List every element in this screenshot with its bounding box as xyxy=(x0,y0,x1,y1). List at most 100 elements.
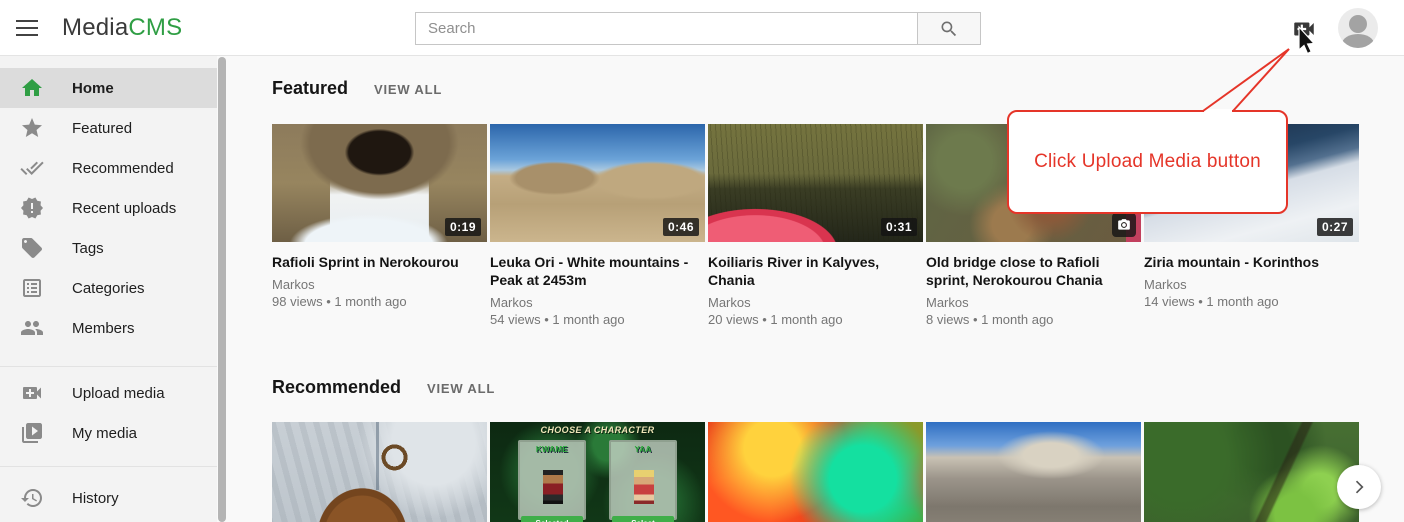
game-character-sprite xyxy=(543,470,563,504)
sidebar-item-label: History xyxy=(72,490,119,507)
game-character-sprite xyxy=(634,470,654,504)
game-character-name: YAA xyxy=(611,445,675,454)
media-thumbnail[interactable]: 0:19 xyxy=(272,124,487,242)
sidebar-item-categories[interactable]: Categories xyxy=(0,268,217,308)
search-bar xyxy=(415,12,981,45)
tag-icon xyxy=(20,236,44,260)
done-all-icon xyxy=(20,156,44,180)
logo-cms: CMS xyxy=(128,14,182,41)
video-library-icon xyxy=(20,421,44,445)
sidebar-item-members[interactable]: Members xyxy=(0,308,217,348)
photo-type-badge xyxy=(1112,213,1136,237)
media-author: Markos xyxy=(272,276,487,293)
callout-tail-line xyxy=(1233,49,1289,111)
search-input[interactable] xyxy=(415,12,918,45)
media-thumbnail[interactable]: 0:46 xyxy=(490,124,705,242)
sidebar-item-home[interactable]: Home xyxy=(0,68,217,108)
camera-icon xyxy=(1117,218,1131,232)
duration-badge: 0:27 xyxy=(1317,218,1353,236)
media-card[interactable] xyxy=(708,422,923,522)
media-author: Markos xyxy=(708,294,923,311)
media-title[interactable]: Rafioli Sprint in Nerokourou xyxy=(272,253,487,271)
section-title-recommended: Recommended xyxy=(272,377,401,398)
media-thumbnail[interactable] xyxy=(1144,422,1359,522)
menu-icon[interactable] xyxy=(15,17,39,39)
upload-media-icon[interactable] xyxy=(1291,16,1317,42)
sidebar-divider xyxy=(0,366,217,367)
duration-badge: 0:19 xyxy=(445,218,481,236)
media-views: 98 views • 1 month ago xyxy=(272,293,487,310)
history-icon xyxy=(20,486,44,510)
media-card[interactable] xyxy=(1144,422,1359,522)
recommended-view-all-link[interactable]: VIEW ALL xyxy=(427,381,495,396)
media-card[interactable]: CHOOSE A CHARACTER KWAME YAA Selected Se… xyxy=(490,422,705,522)
recommended-row: CHOOSE A CHARACTER KWAME YAA Selected Se… xyxy=(272,422,1359,522)
sidebar-item-featured[interactable]: Featured xyxy=(0,108,217,148)
avatar-head xyxy=(1349,15,1367,33)
user-avatar[interactable] xyxy=(1338,8,1378,48)
media-views: 54 views • 1 month ago xyxy=(490,311,705,328)
featured-section-header: Featured VIEW ALL xyxy=(272,78,442,99)
star-icon xyxy=(20,116,44,140)
game-select-button: Select xyxy=(612,516,674,522)
media-thumbnail[interactable] xyxy=(926,422,1141,522)
media-thumbnail[interactable] xyxy=(708,422,923,522)
sidebar-item-label: Categories xyxy=(72,280,145,297)
sidebar-item-my-media[interactable]: My media xyxy=(0,413,217,453)
sidebar-divider xyxy=(0,466,217,467)
sidebar-item-recommended[interactable]: Recommended xyxy=(0,148,217,188)
featured-view-all-link[interactable]: VIEW ALL xyxy=(374,82,442,97)
sidebar-item-label: Home xyxy=(72,80,114,97)
list-alt-icon xyxy=(20,276,44,300)
logo-media: Media xyxy=(62,14,128,41)
media-title[interactable]: Old bridge close to Rafioli sprint, Nero… xyxy=(926,253,1141,289)
home-icon xyxy=(20,76,44,100)
sidebar-scrollbar[interactable] xyxy=(218,57,226,522)
media-title[interactable]: Leuka Ori - White mountains - Peak at 24… xyxy=(490,253,705,289)
annotation-text: Click Upload Media button xyxy=(1034,151,1261,173)
sidebar-item-label: My media xyxy=(72,425,137,442)
media-card[interactable] xyxy=(926,422,1141,522)
media-thumbnail[interactable]: CHOOSE A CHARACTER KWAME YAA Selected Se… xyxy=(490,422,705,522)
sidebar-item-label: Featured xyxy=(72,120,132,137)
duration-badge: 0:31 xyxy=(881,218,917,236)
media-views: 8 views • 1 month ago xyxy=(926,311,1141,328)
sidebar-item-label: Recent uploads xyxy=(72,200,176,217)
search-button[interactable] xyxy=(918,12,981,45)
media-card[interactable]: 0:31 Koiliaris River in Kalyves, Chania … xyxy=(708,124,923,328)
media-views: 14 views • 1 month ago xyxy=(1144,293,1359,310)
media-views: 20 views • 1 month ago xyxy=(708,311,923,328)
media-title[interactable]: Koiliaris River in Kalyves, Chania xyxy=(708,253,923,289)
media-author: Markos xyxy=(490,294,705,311)
callout-tail-line xyxy=(1203,49,1289,111)
search-icon xyxy=(939,19,959,39)
game-screen-title: CHOOSE A CHARACTER xyxy=(490,425,705,435)
media-thumbnail[interactable]: 0:31 xyxy=(708,124,923,242)
game-selected-button: Selected xyxy=(521,516,583,522)
media-title[interactable]: Ziria mountain - Korinthos xyxy=(1144,253,1359,271)
sidebar-item-tags[interactable]: Tags xyxy=(0,228,217,268)
carousel-next-button[interactable] xyxy=(1337,465,1381,509)
media-author: Markos xyxy=(926,294,1141,311)
media-card[interactable]: 0:46 Leuka Ori - White mountains - Peak … xyxy=(490,124,705,328)
section-title-featured: Featured xyxy=(272,78,348,99)
game-character-panel: YAA xyxy=(609,440,677,520)
game-character-panel: KWAME xyxy=(518,440,586,520)
media-thumbnail[interactable] xyxy=(272,422,487,522)
app-logo[interactable]: MediaCMS xyxy=(62,14,182,42)
sidebar-item-label: Recommended xyxy=(72,160,174,177)
top-bar: MediaCMS xyxy=(0,0,1404,56)
people-icon xyxy=(20,316,44,340)
sidebar: Home Featured Recommended Recent uploads… xyxy=(0,56,217,522)
avatar-shoulders xyxy=(1342,34,1374,48)
annotation-callout: Click Upload Media button xyxy=(1007,110,1288,214)
sidebar-item-recent-uploads[interactable]: Recent uploads xyxy=(0,188,217,228)
video-call-icon xyxy=(20,381,44,405)
sidebar-item-history[interactable]: History xyxy=(0,478,217,518)
media-card[interactable]: 0:19 Rafioli Sprint in Nerokourou Markos… xyxy=(272,124,487,328)
sidebar-item-label: Upload media xyxy=(72,385,165,402)
sidebar-item-upload-media[interactable]: Upload media xyxy=(0,373,217,413)
media-card[interactable] xyxy=(272,422,487,522)
game-character-name: KWAME xyxy=(520,445,584,454)
media-author: Markos xyxy=(1144,276,1359,293)
